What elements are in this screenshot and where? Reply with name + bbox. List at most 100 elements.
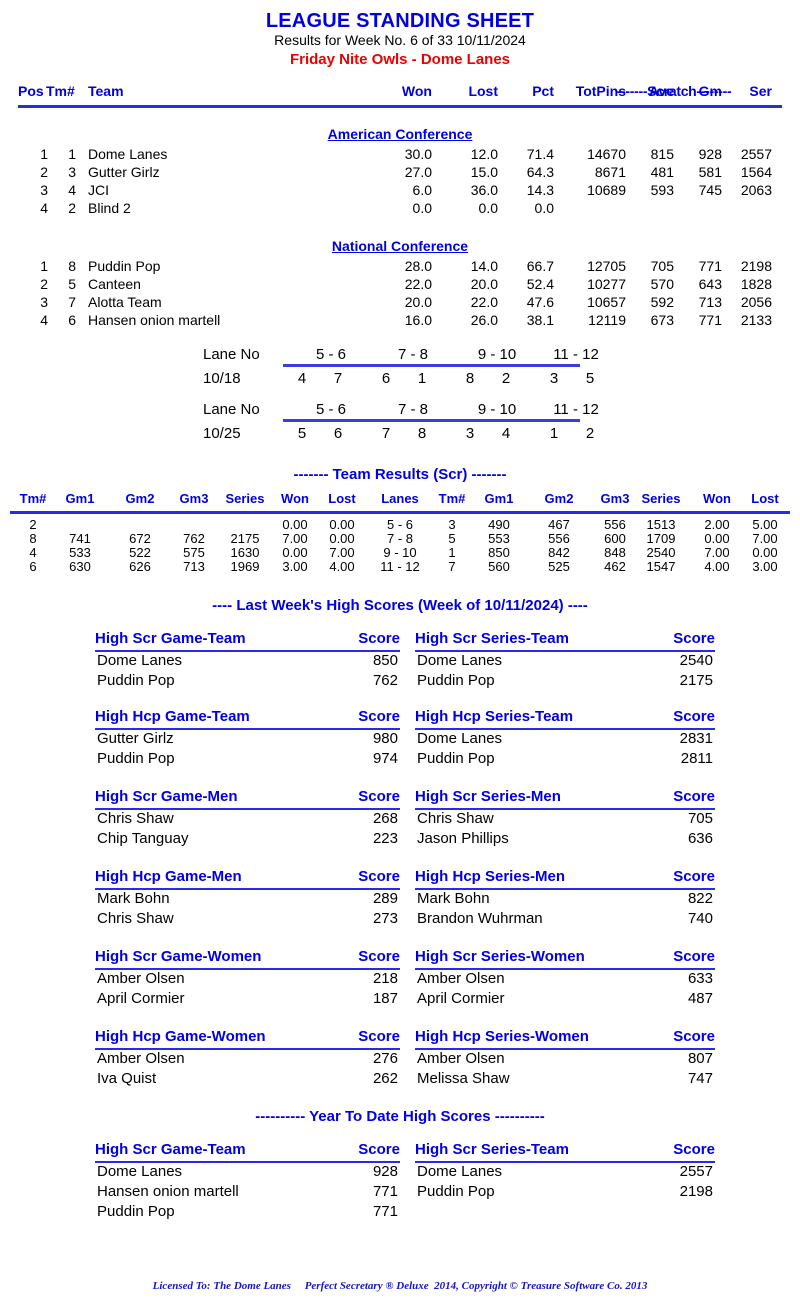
entry-score: 740 — [687, 910, 713, 927]
cell-tm: 8 — [68, 258, 76, 274]
list-item: April Cormier 487 — [415, 990, 715, 1010]
list-item: Puddin Pop 2198 — [415, 1183, 715, 1203]
cell-ser: 2056 — [740, 294, 772, 310]
score-label: Score — [673, 868, 715, 885]
entry-name: Dome Lanes — [417, 730, 503, 747]
list-item: Puddin Pop 974 — [95, 750, 400, 770]
table-row: 6 630 626 713 1969 3.00 4.00 11 - 12 7 5… — [0, 559, 800, 574]
table-row: 3 4 JCI 6.0 36.0 14.3 10689 593 745 2063 — [0, 182, 800, 200]
entry-score: 771 — [372, 1183, 398, 1200]
lane-team: 5 — [585, 370, 595, 387]
entry-score: 974 — [372, 750, 398, 767]
list-item: Chip Tanguay 223 — [95, 830, 400, 850]
lane-pair: 11 - 12 — [553, 401, 599, 418]
high-score-header: High Hcp Game-Women Score — [95, 1028, 400, 1047]
cell-tm: 7 — [68, 294, 76, 310]
list-item: Amber Olsen 807 — [415, 1050, 715, 1070]
score-label: Score — [358, 630, 400, 647]
column-header-lost: Lost — [468, 83, 498, 99]
cell-lanes: 5 - 6 — [386, 517, 413, 532]
entry-score: 822 — [687, 890, 713, 907]
cell-tm: 1 — [68, 146, 76, 162]
entry-score: 980 — [372, 730, 398, 747]
list-item: Dome Lanes 850 — [95, 652, 400, 672]
last-week-section: ---- Last Week's High Scores (Week of 10… — [0, 597, 800, 1106]
column-header-ave: Ave — [648, 83, 674, 99]
cell-gm: 581 — [698, 164, 722, 180]
cell-lost: 14.0 — [470, 258, 498, 274]
cell-gm2-left: 522 — [129, 545, 151, 560]
cell-won-left: 0.00 — [282, 517, 308, 532]
entry-name: Puddin Pop — [97, 750, 175, 767]
entry-score: 273 — [372, 910, 398, 927]
cell-team: Puddin Pop — [88, 258, 161, 274]
table-row: 2 0.00 0.00 5 - 6 3 490 467 556 1513 2.0… — [0, 517, 800, 532]
entry-score: 633 — [687, 970, 713, 987]
cell-ser: 2198 — [740, 258, 772, 274]
league-name: Friday Nite Owls - Dome Lanes — [289, 51, 511, 68]
cell-won: 16.0 — [404, 312, 432, 328]
cell-won: 0.0 — [412, 200, 432, 216]
high-score-header: High Scr Series-Team Score — [415, 630, 715, 649]
list-item: April Cormier 187 — [95, 990, 400, 1010]
column-header-ser: Ser — [749, 83, 772, 99]
cell-gm1-right: 490 — [488, 517, 510, 532]
column-header-gm2-left: Gm2 — [125, 491, 155, 506]
entry-score: 487 — [687, 990, 713, 1007]
cell-pct: 38.1 — [526, 312, 554, 328]
list-item: Jason Phillips 636 — [415, 830, 715, 850]
cell-gm: 771 — [698, 312, 722, 328]
entry-name: Chris Shaw — [417, 810, 494, 827]
cell-series-right: 1513 — [646, 517, 676, 532]
year-to-date-heading: ---------- Year To Date High Scores ----… — [255, 1108, 545, 1125]
high-score-block: High Scr Game-Men Score Chris Shaw 268 C… — [0, 788, 800, 868]
score-label: Score — [358, 1028, 400, 1045]
high-score-column-left: High Scr Game-Men Score Chris Shaw 268 C… — [95, 788, 400, 850]
high-score-header: High Hcp Series-Men Score — [415, 868, 715, 887]
high-score-column-left: High Hcp Game-Men Score Mark Bohn 289 Ch… — [95, 868, 400, 930]
cell-won-right: 7.00 — [704, 545, 730, 560]
score-label: Score — [358, 868, 400, 885]
column-header-tm: Tm# — [46, 83, 75, 99]
cell-ave: 815 — [650, 146, 674, 162]
cell-lost: 15.0 — [470, 164, 498, 180]
cell-lost: 26.0 — [470, 312, 498, 328]
lane-team: 6 — [381, 370, 391, 387]
entry-score: 2811 — [680, 750, 713, 767]
column-header-team: Team — [88, 83, 124, 99]
cell-ave: 592 — [650, 294, 674, 310]
entry-score: 762 — [372, 672, 398, 689]
lane-date: 10/18 — [203, 370, 241, 387]
cell-won: 20.0 — [404, 294, 432, 310]
cell-series-left: 1630 — [230, 545, 260, 560]
category-label: High Scr Series-Team — [415, 630, 569, 647]
cell-won-left: 3.00 — [282, 559, 308, 574]
lane-schedule-1025: Lane No 5 - 6 7 - 8 9 - 10 11 - 12 10/25… — [0, 401, 800, 446]
entry-name: Puddin Pop — [97, 1203, 175, 1220]
cell-tm: 3 — [68, 164, 76, 180]
list-item: Mark Bohn 822 — [415, 890, 715, 910]
cell-ser: 2133 — [740, 312, 772, 328]
list-item: Gutter Girlz 980 — [95, 730, 400, 750]
column-header-pos: Pos — [18, 83, 44, 99]
cell-gm2-right: 556 — [548, 531, 570, 546]
high-score-column-right: High Scr Series-Team Score Dome Lanes 25… — [415, 630, 715, 692]
column-header-series-left: Series — [225, 491, 265, 506]
entry-score: 771 — [372, 1203, 398, 1220]
high-score-column-right: High Hcp Series-Women Score Amber Olsen … — [415, 1028, 715, 1090]
lane-team: 7 — [333, 370, 343, 387]
team-results-section: ------- Team Results (Scr) ------- Tm# G… — [0, 466, 800, 574]
lane-team: 3 — [549, 370, 559, 387]
cell-ave: 570 — [650, 276, 674, 292]
entry-score: 807 — [687, 1050, 713, 1067]
category-label: High Scr Game-Women — [95, 948, 262, 965]
cell-lost-right: 5.00 — [752, 517, 778, 532]
table-row: 4 533 522 575 1630 0.00 7.00 9 - 10 1 85… — [0, 545, 800, 560]
cell-lost: 0.0 — [478, 200, 498, 216]
score-label: Score — [673, 708, 715, 725]
conference-title-national: National Conference — [331, 238, 469, 254]
high-score-header: High Scr Game-Team Score — [95, 630, 400, 649]
team-results-rule — [10, 511, 790, 514]
list-item: Chris Shaw 273 — [95, 910, 400, 930]
table-row: 2 5 Canteen 22.0 20.0 52.4 10277 570 643… — [0, 276, 800, 294]
